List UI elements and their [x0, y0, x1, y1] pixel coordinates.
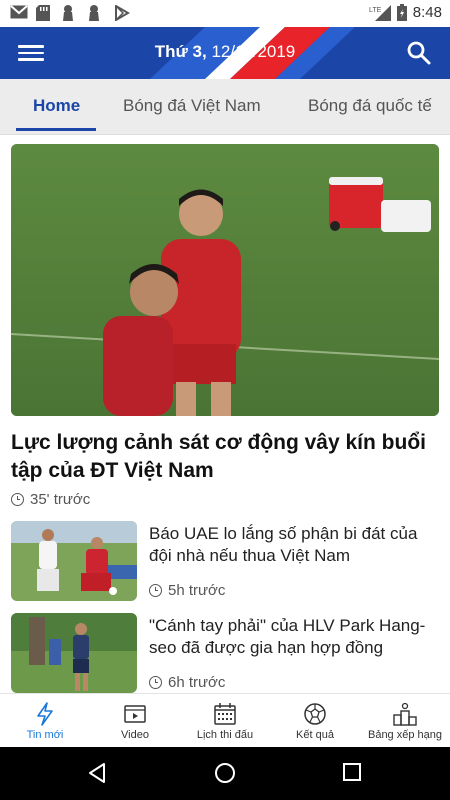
- featured-image[interactable]: [11, 144, 439, 416]
- recents-icon[interactable]: [342, 762, 362, 782]
- featured-title[interactable]: Lực lượng cảnh sát cơ động vây kín buổi …: [11, 429, 439, 485]
- list-item[interactable]: Báo UAE lo lắng số phận bi đát của đội n…: [11, 521, 439, 601]
- header-date-value: 12/11/2019: [211, 42, 296, 61]
- battery-icon: [396, 4, 407, 21]
- nav-video[interactable]: Video: [90, 694, 180, 747]
- article-title[interactable]: "Cánh tay phải" của HLV Park Hang-seo đã…: [149, 615, 439, 659]
- ball-icon: [304, 703, 326, 725]
- svg-text:LTE: LTE: [369, 7, 382, 14]
- article-title[interactable]: Báo UAE lo lắng số phận bi đát của đội n…: [149, 523, 439, 567]
- article-thumbnail[interactable]: [11, 613, 137, 693]
- clock-icon: [149, 584, 162, 597]
- clock-icon: [11, 493, 24, 506]
- clock-icon: [149, 676, 162, 689]
- video-icon: [124, 705, 146, 723]
- header-date: Thứ 3, 12/11/2019: [0, 42, 450, 62]
- featured-time: 35' trước: [11, 491, 90, 508]
- calendar-icon: [214, 703, 236, 725]
- bottom-navigation: Tin mới Video Lịch thi đấu Kết quả Bảng …: [0, 693, 450, 747]
- list-item[interactable]: "Cánh tay phải" của HLV Park Hang-seo đã…: [11, 613, 439, 693]
- header-day: Thứ 3,: [154, 42, 207, 61]
- article-time-text: 5h trước: [168, 582, 226, 599]
- active-tab-indicator: [16, 128, 96, 131]
- nav-label: Lịch thi đấu: [196, 729, 254, 741]
- lightning-icon: [37, 702, 53, 726]
- nav-label: Bảng xếp hạng: [367, 729, 442, 741]
- sd-card-icon: [36, 5, 52, 21]
- article-time: 6h trước: [149, 674, 225, 691]
- featured-time-text: 35' trước: [30, 491, 91, 508]
- app-header: Thứ 3, 12/11/2019: [0, 27, 450, 79]
- home-icon[interactable]: [214, 762, 236, 784]
- search-icon[interactable]: [406, 40, 432, 66]
- notification-icon-2: [88, 5, 104, 21]
- article-time-text: 6h trước: [168, 674, 226, 691]
- back-icon[interactable]: [86, 762, 108, 784]
- tab-bong-da-quoc-te[interactable]: Bóng đá quốc tế: [308, 79, 432, 133]
- nav-label: Tin mới: [26, 729, 64, 741]
- article-thumbnail[interactable]: [11, 521, 137, 601]
- system-navigation-bar: [0, 747, 450, 800]
- podium-icon: [393, 702, 417, 726]
- play-store-icon: [114, 4, 130, 22]
- nav-tin-moi[interactable]: Tin mới: [0, 694, 90, 747]
- nav-lich-thi-dau[interactable]: Lịch thi đấu: [180, 694, 270, 747]
- nav-ket-qua[interactable]: Kết quả: [270, 694, 360, 747]
- article-time: 5h trước: [149, 582, 225, 599]
- signal-icon: LTE: [369, 4, 391, 21]
- nav-label: Video: [121, 729, 149, 741]
- nav-bang-xep-hang[interactable]: Bảng xếp hạng: [360, 694, 450, 747]
- category-tabs: Home Bóng đá Việt Nam Bóng đá quốc tế: [0, 79, 450, 135]
- gmail-icon: [10, 5, 28, 21]
- notification-icon: [62, 5, 78, 21]
- nav-label: Kết quả: [296, 729, 334, 741]
- tab-home[interactable]: Home: [33, 79, 80, 133]
- status-bar: LTE 8:48: [0, 0, 450, 27]
- status-time: 8:48: [412, 4, 442, 21]
- tab-bong-da-viet-nam[interactable]: Bóng đá Việt Nam: [123, 79, 261, 133]
